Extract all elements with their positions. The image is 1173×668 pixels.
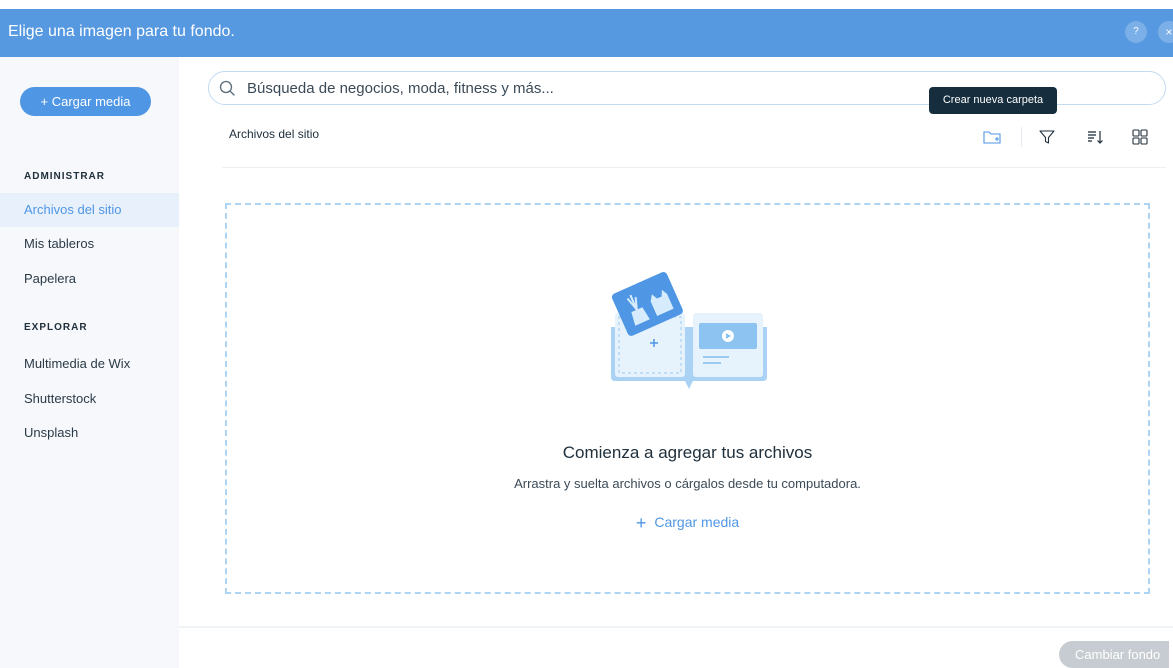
empty-folder-illustration	[611, 271, 767, 389]
dialog-title: Elige una imagen para tu fondo.	[8, 23, 235, 40]
media-manager-dialog: Elige una imagen para tu fondo. ? × + Ca…	[0, 0, 1173, 668]
toolbar-separator	[1021, 127, 1022, 147]
dialog-header: Elige una imagen para tu fondo. ? ×	[0, 9, 1173, 57]
main-panel: Archivos del sitio	[179, 57, 1173, 668]
section-label-administrar: ADMINISTRAR	[24, 171, 105, 182]
sidebar: + Cargar media ADMINISTRAR Archivos del …	[0, 57, 179, 668]
upload-media-link[interactable]: + Cargar media	[227, 513, 1148, 534]
sidebar-item-unsplash[interactable]: Unsplash	[0, 416, 179, 450]
help-button[interactable]: ?	[1125, 21, 1147, 43]
filter-icon[interactable]	[1036, 126, 1058, 148]
empty-state-title: Comienza a agregar tus archivos	[562, 443, 813, 462]
new-folder-tooltip: Crear nueva carpeta	[929, 87, 1057, 114]
breadcrumb: Archivos del sitio	[229, 127, 320, 141]
upload-media-link-label: Cargar media	[654, 514, 740, 530]
sidebar-item-wix-media[interactable]: Multimedia de Wix	[0, 347, 179, 381]
top-strip	[0, 0, 1173, 9]
sidebar-item-trash[interactable]: Papelera	[0, 262, 179, 296]
search-icon	[219, 80, 235, 96]
sidebar-item-my-boards[interactable]: Mis tableros	[0, 227, 179, 261]
new-folder-icon[interactable]	[981, 126, 1003, 148]
grid-view-icon[interactable]	[1129, 126, 1151, 148]
sidebar-item-site-files[interactable]: Archivos del sitio	[0, 193, 179, 227]
upload-dropzone[interactable]: Comienza a agregar tus archivos Arrastra…	[225, 203, 1150, 594]
close-button[interactable]: ×	[1158, 21, 1173, 43]
sidebar-item-shutterstock[interactable]: Shutterstock	[0, 382, 179, 416]
change-background-button[interactable]: Cambiar fondo	[1059, 641, 1169, 668]
section-label-explorar: EXPLORAR	[24, 322, 88, 333]
sort-icon[interactable]	[1084, 126, 1106, 148]
toolbar-divider	[222, 167, 1166, 168]
footer-divider	[179, 626, 1173, 628]
empty-state-subtitle: Arrastra y suelta archivos o cárgalos de…	[514, 476, 861, 491]
upload-media-button[interactable]: + Cargar media	[20, 87, 151, 116]
plus-icon: +	[635, 513, 647, 533]
